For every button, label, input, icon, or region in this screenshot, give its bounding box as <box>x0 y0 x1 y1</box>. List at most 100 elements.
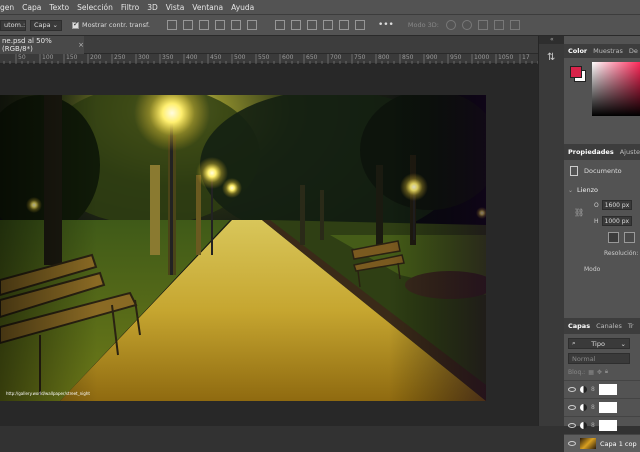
night-park-photo: http://gallery.world/wallpaper/street_ni… <box>0 95 486 401</box>
menu-item-window[interactable]: Ventana <box>192 3 223 12</box>
distribute-bottom-icon[interactable] <box>306 20 317 30</box>
ruler-tick-label: 900 <box>426 54 438 61</box>
ruler-tick-label: 500 <box>234 54 246 61</box>
layer-filter-dropdown[interactable]: ⌕ Tipo ⌄ <box>568 338 630 349</box>
canvas-section-header[interactable]: ⌄ Lienzo <box>568 186 598 194</box>
collapse-icon[interactable]: « <box>550 36 554 43</box>
tab-channels[interactable]: Canales <box>596 322 622 330</box>
distribute-group <box>272 20 368 30</box>
menu-item-3d[interactable]: 3D <box>147 3 158 12</box>
foreground-color-swatch[interactable] <box>570 66 582 78</box>
chain-icon: 8 <box>591 404 595 411</box>
3d-scale-icon[interactable] <box>509 20 520 30</box>
distribute-right-icon[interactable] <box>354 20 365 30</box>
lock-all-icon[interactable]: 🔒︎ <box>605 368 608 376</box>
adjustment-icon <box>580 386 587 393</box>
height-label: H <box>594 217 599 225</box>
document-row: Documento <box>570 166 622 176</box>
3d-orbit-icon[interactable] <box>445 20 456 30</box>
ruler-tick-label: 200 <box>90 54 102 61</box>
ruler-tick-label: 150 <box>66 54 78 61</box>
distribute-left-icon[interactable] <box>322 20 333 30</box>
lock-position-icon[interactable]: ✥ <box>597 369 602 376</box>
tab-swatches[interactable]: Muestras <box>593 47 623 55</box>
menu-item-view[interactable]: Vista <box>166 3 185 12</box>
ruler-tick-label: 550 <box>258 54 270 61</box>
more-options-icon[interactable]: ••• <box>378 20 394 30</box>
show-transform-label: Mostrar contr. transf. <box>82 21 150 29</box>
eye-icon[interactable] <box>568 387 576 392</box>
height-input[interactable]: 1000 px <box>601 216 632 226</box>
distribute-vcenter-icon[interactable] <box>290 20 301 30</box>
layers-list: 8 8 8 Capa 1 cop <box>564 380 640 452</box>
ruler-tick-label: 17 <box>522 54 530 61</box>
3d-slide-icon[interactable] <box>493 20 504 30</box>
layer-mask-thumbnail <box>598 384 617 395</box>
tab-layers[interactable]: Capas <box>568 322 590 330</box>
menu-item-filter[interactable]: Filtro <box>121 3 139 12</box>
menu-bar: gen Capa Texto Selección Filtro 3D Vista… <box>0 0 640 14</box>
auto-select-label: utom.: <box>0 19 26 31</box>
tab-paths[interactable]: Tr <box>628 322 634 330</box>
ruler-tick-label: 100 <box>42 54 54 61</box>
blend-mode-dropdown[interactable]: Normal <box>568 353 630 364</box>
portrait-orientation-button[interactable] <box>608 232 619 243</box>
layer-mask-thumbnail <box>598 402 617 413</box>
link-icon[interactable]: ⛓ <box>574 208 584 217</box>
layer-row[interactable]: 8 <box>564 416 640 434</box>
align-right-icon[interactable] <box>246 20 257 30</box>
distribute-top-icon[interactable] <box>274 20 285 30</box>
lock-row: Bloq.: ▦ ✥ 🔒︎ <box>568 368 636 376</box>
blend-mode-value: Normal <box>572 354 596 363</box>
3d-pan-icon[interactable] <box>477 20 488 30</box>
color-panel-tabs: Color Muestras De <box>564 44 640 58</box>
align-bottom-icon[interactable] <box>198 20 209 30</box>
width-row: O 1600 px <box>594 200 632 210</box>
layer-row[interactable]: Capa 1 cop <box>564 434 640 452</box>
properties-panel: Documento ⌄ Lienzo ⛓ O 1600 px H 1000 px… <box>564 160 640 280</box>
menu-item-image[interactable]: gen <box>0 3 14 12</box>
width-input[interactable]: 1600 px <box>601 200 632 210</box>
layer-filter-value: Tipo <box>591 339 605 348</box>
document-tab[interactable]: ne.psd al 50% (RGB/8*) × <box>0 36 84 54</box>
tab-gradients[interactable]: De <box>629 47 638 55</box>
tab-properties[interactable]: Propiedades <box>568 148 614 156</box>
align-vcenter-icon[interactable] <box>182 20 193 30</box>
chain-icon: 8 <box>591 386 595 393</box>
auto-select-dropdown[interactable]: Capa ⌄ <box>30 19 62 31</box>
close-icon[interactable]: × <box>78 41 84 49</box>
align-hcenter-icon[interactable] <box>230 20 241 30</box>
color-picker-field[interactable] <box>592 62 640 116</box>
ruler-tick-label: 750 <box>354 54 366 61</box>
eye-icon[interactable] <box>568 405 576 410</box>
menu-item-help[interactable]: Ayuda <box>231 3 254 12</box>
document-label: Documento <box>584 167 622 175</box>
distribute-hcenter-icon[interactable] <box>338 20 349 30</box>
ruler-tick-label: 950 <box>450 54 462 61</box>
tab-color[interactable]: Color <box>568 47 587 55</box>
eye-icon[interactable] <box>568 441 576 446</box>
lock-pixels-icon[interactable]: ▦ <box>588 369 594 376</box>
chevron-down-icon: ⌄ <box>620 339 626 348</box>
align-left-icon[interactable] <box>214 20 225 30</box>
resolution-label: Resolución: <box>604 250 639 257</box>
menu-item-layer[interactable]: Capa <box>22 3 41 12</box>
layer-row[interactable]: 8 <box>564 398 640 416</box>
ruler-tick-label: 800 <box>378 54 390 61</box>
align-top-icon[interactable] <box>166 20 177 30</box>
layer-row[interactable]: 8 <box>564 380 640 398</box>
layers-panel-tabs: Capas Canales Tr <box>564 318 640 334</box>
ruler-tick-label: 50 <box>18 54 26 61</box>
document-tab-title: ne.psd al 50% (RGB/8*) <box>2 37 52 53</box>
show-transform-checkbox[interactable]: ✓ <box>72 20 79 29</box>
ruler-tick-label: 700 <box>330 54 342 61</box>
tab-adjustments[interactable]: Ajustes <box>620 148 640 156</box>
landscape-orientation-button[interactable] <box>624 232 635 243</box>
menu-item-select[interactable]: Selección <box>77 3 113 12</box>
right-panels: Color Muestras De Propiedades Ajustes Do… <box>564 36 640 452</box>
menu-item-text[interactable]: Texto <box>49 3 69 12</box>
history-icon[interactable]: ⇅ <box>547 52 555 63</box>
3d-roll-icon[interactable] <box>461 20 472 30</box>
document-canvas-image[interactable]: http://gallery.world/wallpaper/street_ni… <box>0 95 486 401</box>
options-bar: utom.: Capa ⌄ ✓ Mostrar contr. transf. •… <box>0 14 640 36</box>
